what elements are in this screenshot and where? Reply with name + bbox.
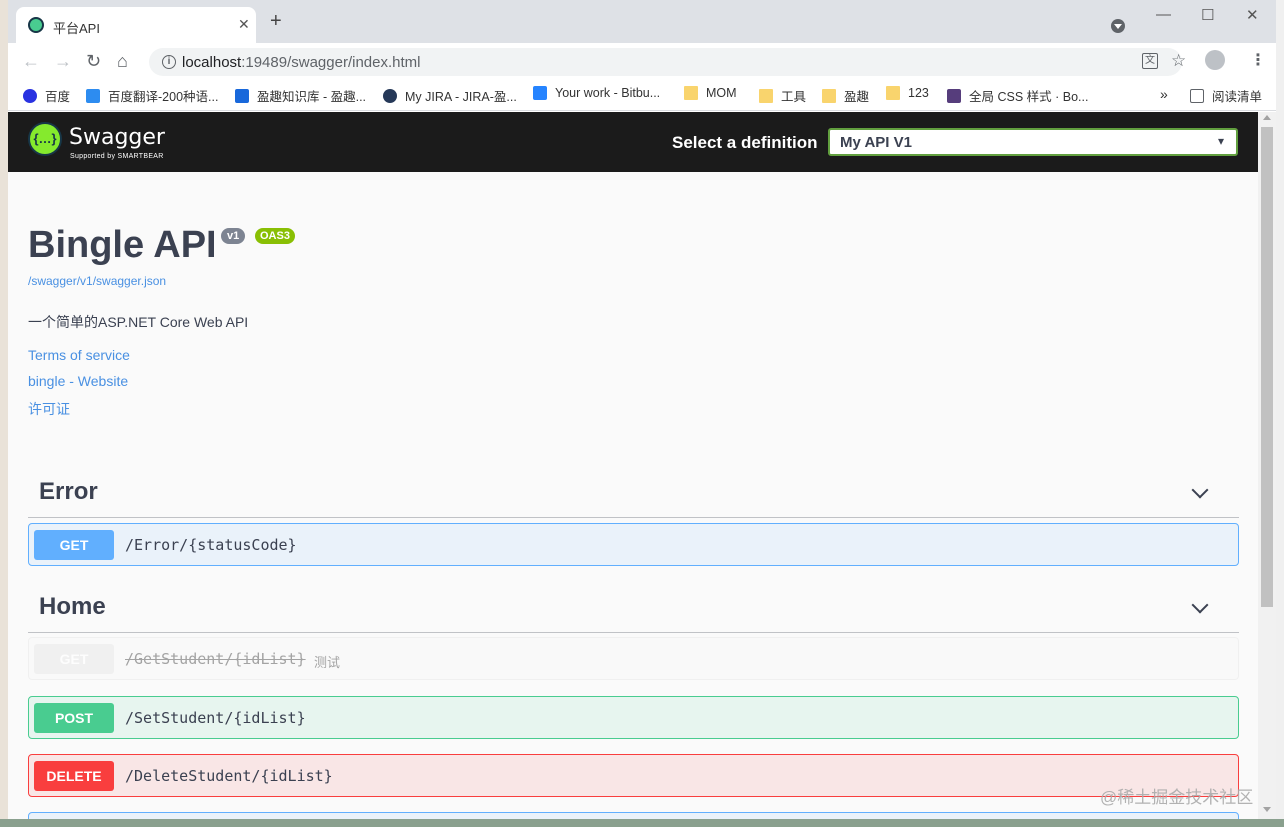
operation-summary: 测试 bbox=[314, 655, 341, 670]
swagger-logo-text: Swagger bbox=[69, 125, 165, 150]
bookmark-baidu-translate[interactable]: 百度翻译-200种语... bbox=[86, 86, 218, 105]
definition-label: Select a definition bbox=[672, 133, 818, 152]
tag-error[interactable]: Error bbox=[28, 472, 1239, 518]
folder-icon bbox=[684, 86, 698, 100]
scroll-up-icon[interactable] bbox=[1263, 115, 1271, 120]
operation-post-student[interactable]: POST /SetStudent/{idList} bbox=[28, 696, 1239, 739]
chevron-down-icon[interactable] bbox=[1191, 596, 1209, 614]
back-icon[interactable]: ← bbox=[22, 51, 40, 71]
bookmark-bitbucket[interactable]: Your work - Bitbu... bbox=[533, 86, 660, 100]
site-info-icon[interactable]: i bbox=[162, 55, 176, 69]
jira-icon bbox=[383, 88, 397, 103]
smartbear-tagline: Supported by SMARTBEAR bbox=[70, 153, 164, 160]
terms-of-service-link[interactable]: Terms of service bbox=[28, 347, 130, 363]
swagger-topbar: {…} Swagger Supported by SMARTBEAR Selec… bbox=[8, 112, 1258, 172]
swagger-favicon-icon bbox=[28, 17, 44, 33]
folder-icon bbox=[759, 88, 773, 103]
browser-toolbar: ← → ↻ ⌂ i localhost:19489/swagger/index.… bbox=[8, 43, 1276, 79]
chevron-down-icon: ▾ bbox=[1217, 134, 1224, 148]
contact-website-link[interactable]: bingle - Website bbox=[28, 373, 128, 389]
bookmark-baidu[interactable]: 百度 bbox=[23, 86, 70, 105]
scroll-thumb[interactable] bbox=[1261, 127, 1273, 607]
tag-name: Error bbox=[39, 478, 98, 505]
translate-bookmark-icon bbox=[86, 88, 100, 103]
scroll-down-icon[interactable] bbox=[1263, 807, 1271, 812]
confluence-icon bbox=[235, 88, 249, 103]
reading-list[interactable]: 阅读清单 bbox=[1190, 86, 1262, 105]
chevron-down-icon[interactable] bbox=[1191, 481, 1209, 499]
license-link[interactable]: 许可证 bbox=[28, 399, 70, 419]
operation-path: /Error/{statusCode} bbox=[125, 536, 297, 554]
bitbucket-icon bbox=[533, 86, 547, 100]
watermark: @稀土掘金技术社区 bbox=[1100, 788, 1254, 807]
operation-path: /GetStudent/{idList} bbox=[125, 650, 306, 668]
forward-icon[interactable]: → bbox=[54, 51, 72, 71]
url-text[interactable]: localhost:19489/swagger/index.html bbox=[182, 54, 420, 71]
oas-badge: OAS3 bbox=[255, 228, 295, 244]
folder-icon bbox=[886, 86, 900, 100]
page-scrollbar[interactable] bbox=[1258, 112, 1276, 827]
baidu-icon bbox=[23, 88, 37, 103]
account-icon[interactable] bbox=[1205, 50, 1225, 70]
taskbar-edge bbox=[0, 819, 1284, 827]
api-title: Bingle API bbox=[28, 224, 217, 266]
maximize-icon[interactable]: ☐ bbox=[1201, 6, 1214, 24]
tag-name: Home bbox=[39, 593, 106, 620]
swagger-json-link[interactable]: /swagger/v1/swagger.json bbox=[28, 274, 166, 288]
bookmarks-overflow-icon[interactable]: » bbox=[1160, 86, 1168, 102]
home-icon[interactable]: ⌂ bbox=[117, 51, 128, 71]
method-badge: GET bbox=[34, 530, 114, 560]
tab-close-icon[interactable]: ✕ bbox=[238, 16, 250, 33]
bookmark-folder-mom[interactable]: MOM bbox=[684, 86, 737, 100]
browser-menu-icon[interactable]: ⋮ bbox=[1250, 50, 1266, 70]
reload-icon[interactable]: ↻ bbox=[86, 51, 101, 71]
api-description: 一个简单的ASP.NET Core Web API bbox=[28, 314, 249, 330]
bookmark-folder-tools[interactable]: 工具 bbox=[759, 86, 806, 105]
method-badge: POST bbox=[34, 703, 114, 733]
method-badge: GET bbox=[34, 644, 114, 674]
swagger-logo-icon[interactable]: {…} bbox=[28, 122, 62, 156]
bootstrap-icon bbox=[947, 88, 961, 103]
tab-title: 平台API bbox=[53, 21, 100, 36]
tag-home[interactable]: Home bbox=[28, 587, 1239, 633]
definition-select[interactable]: My API V1 ▾ bbox=[828, 128, 1238, 156]
operation-get-error[interactable]: GET /Error/{statusCode} bbox=[28, 523, 1239, 566]
bookmark-confluence[interactable]: 盈趣知识库 - 盈趣... bbox=[235, 86, 366, 105]
bookmark-folder-123[interactable]: 123 bbox=[886, 86, 929, 100]
operation-get-student[interactable]: GET /GetStudent/{idList} 测试 bbox=[28, 637, 1239, 680]
desktop-right-edge bbox=[1276, 0, 1284, 827]
reading-list-icon bbox=[1190, 88, 1204, 103]
bookmark-bootstrap[interactable]: 全局 CSS 样式 · Bo... bbox=[947, 86, 1088, 105]
operation-path: /SetStudent/{idList} bbox=[125, 709, 306, 727]
bookmark-star-icon[interactable]: ☆ bbox=[1171, 51, 1186, 71]
bookmark-folder-yingqu[interactable]: 盈趣 bbox=[822, 86, 869, 105]
method-badge: DELETE bbox=[34, 761, 114, 791]
desktop-left-edge bbox=[0, 0, 8, 827]
tab-search-icon[interactable] bbox=[1111, 19, 1125, 33]
operation-delete-student[interactable]: DELETE /DeleteStudent/{idList} bbox=[28, 754, 1239, 797]
definition-value: My API V1 bbox=[840, 134, 912, 151]
close-window-icon[interactable]: ✕ bbox=[1246, 6, 1259, 24]
swagger-page: {…} Swagger Supported by SMARTBEAR Selec… bbox=[8, 112, 1258, 827]
minimize-icon[interactable]: — bbox=[1156, 6, 1171, 23]
translate-icon[interactable]: 文 bbox=[1142, 53, 1158, 69]
new-tab-icon[interactable]: + bbox=[270, 11, 282, 31]
bookmarks-bar: 百度 百度翻译-200种语... 盈趣知识库 - 盈趣... My JIRA -… bbox=[8, 79, 1276, 111]
address-bar[interactable]: i localhost:19489/swagger/index.html 文 ☆ bbox=[149, 48, 1186, 76]
bookmark-jira[interactable]: My JIRA - JIRA-盈... bbox=[383, 86, 517, 105]
operation-path: /DeleteStudent/{idList} bbox=[125, 767, 333, 785]
tab-strip: 平台API ✕ + — ☐ ✕ bbox=[8, 0, 1276, 43]
version-badge: v1 bbox=[221, 228, 246, 244]
browser-tab[interactable]: 平台API ✕ bbox=[16, 7, 256, 43]
folder-icon bbox=[822, 88, 836, 103]
